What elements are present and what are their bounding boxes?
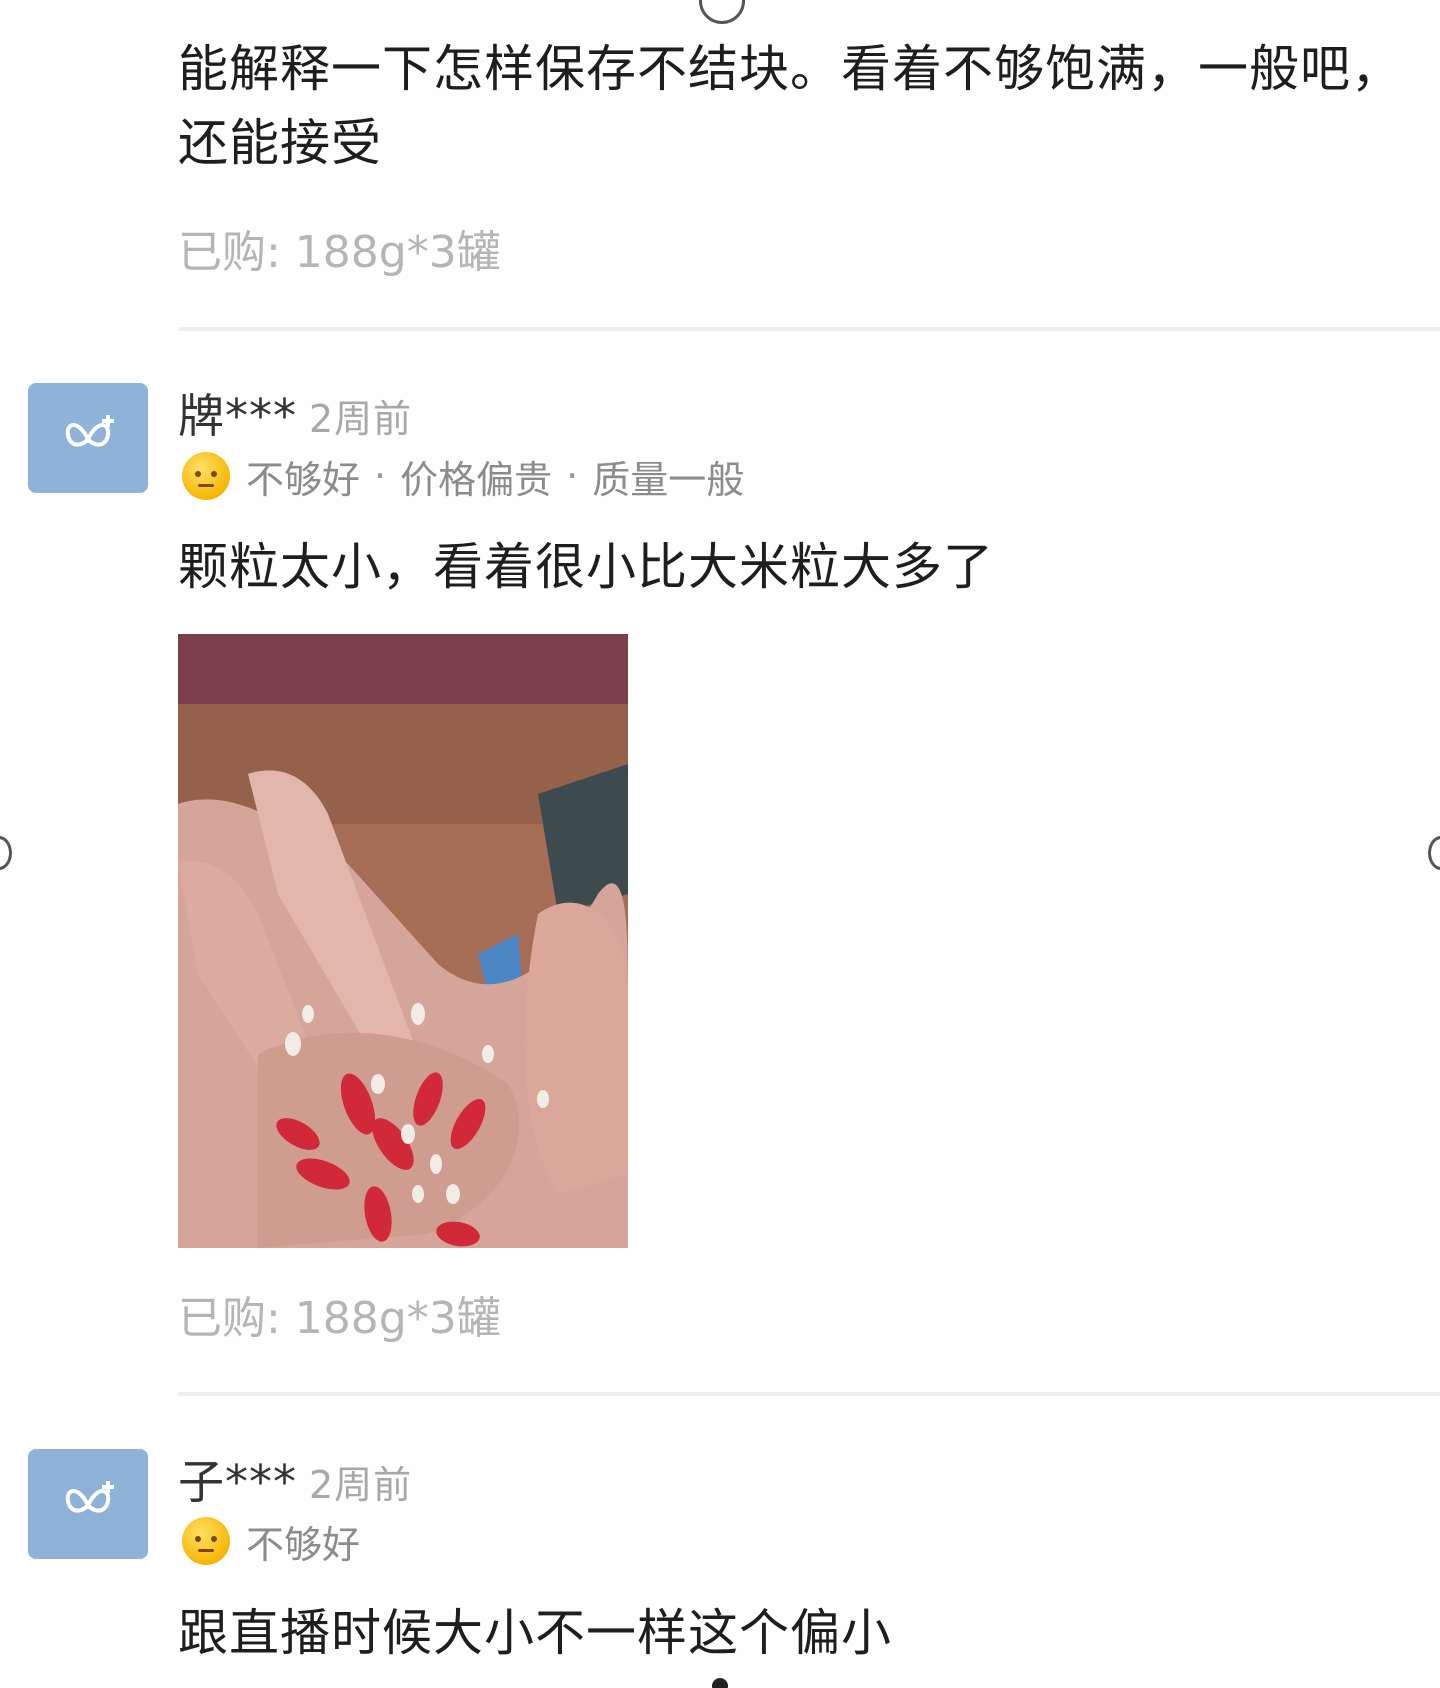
review-list-page: 能解释一下怎样保存不结块。看着不够饱满，一般吧，还能接受 已购: 188g*3罐…	[0, 0, 1440, 1688]
review-photo-image	[178, 634, 628, 1248]
neutral-face-emoji-icon	[182, 452, 230, 500]
rating-label: 不够好	[246, 457, 361, 502]
review-time: 2周前	[309, 1463, 413, 1507]
review-divider	[178, 327, 1440, 331]
avatar[interactable]	[28, 1449, 148, 1559]
scroll-handle-bottom-icon	[712, 1678, 728, 1688]
scroll-handle-top-icon	[699, 0, 745, 24]
scroll-handle-right-icon	[1428, 836, 1440, 870]
review-username: 牌*** 2周前	[178, 380, 412, 446]
review-content: 颗粒太小，看着很小比大米粒大多了	[178, 538, 994, 596]
rating-line: 不够好 · 价格偏贵 · 质量一般	[182, 450, 744, 502]
username-text: 子***	[178, 1455, 297, 1509]
tag-label: 质量一般	[592, 457, 745, 502]
tag-label: 价格偏贵	[400, 457, 553, 502]
username-text: 牌***	[178, 389, 297, 443]
review-content: 能解释一下怎样保存不结块。看着不够饱满，一般吧，还能接受	[178, 40, 1402, 172]
review-photo[interactable]	[178, 634, 628, 1248]
rating-label: 不够好	[246, 1522, 361, 1567]
review-content: 跟直播时候大小不一样这个偏小	[178, 1604, 892, 1662]
scroll-handle-left-icon	[0, 836, 12, 870]
purchased-spec: 已购: 188g*3罐	[178, 227, 501, 278]
butterfly-icon	[65, 415, 114, 447]
tag-separator: ·	[566, 454, 579, 498]
rating-line: 不够好	[182, 1515, 360, 1567]
avatar[interactable]	[28, 383, 148, 493]
review-divider	[178, 1392, 1440, 1396]
tag-separator: ·	[374, 454, 387, 498]
review-time: 2周前	[309, 397, 413, 441]
neutral-face-emoji-icon	[182, 1517, 230, 1565]
review-username: 子*** 2周前	[178, 1446, 412, 1512]
butterfly-icon	[65, 1481, 114, 1513]
purchased-spec: 已购: 188g*3罐	[178, 1293, 501, 1344]
